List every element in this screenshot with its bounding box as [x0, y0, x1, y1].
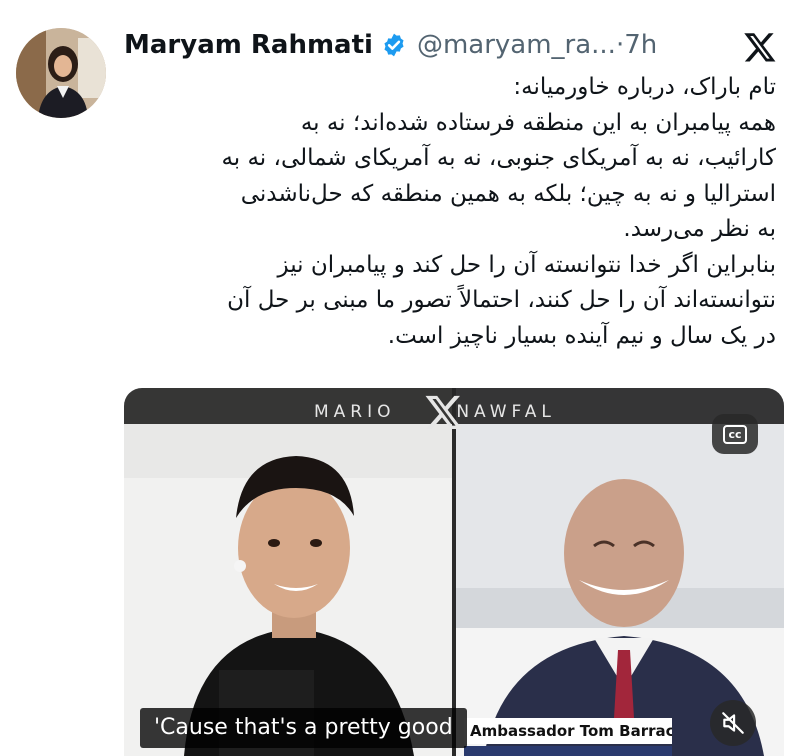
- time-separator: ·: [615, 30, 625, 60]
- avatar[interactable]: [16, 28, 106, 118]
- mute-button[interactable]: [710, 700, 756, 746]
- verified-badge-icon: [384, 33, 404, 57]
- closed-captions-button[interactable]: cc: [712, 414, 758, 454]
- author-handle[interactable]: @maryam_ra...: [417, 30, 616, 60]
- tweet-line: در یک سال و نیم آینده بسیار ناچیز است.: [387, 322, 776, 349]
- video-caption: 'Cause that's a pretty good: [140, 708, 467, 748]
- guest-role-bar: [464, 746, 672, 756]
- tweet-header: Maryam Rahmati @maryam_ra... · 7h: [124, 28, 784, 62]
- tweet-line: بنابراین اگر خدا نتوانسته آن را حل کند و…: [277, 251, 776, 278]
- brand-right: NAWFAL: [456, 402, 556, 422]
- tweet-line: استرالیا و نه به چین؛ بلکه به همین منطقه…: [240, 180, 776, 207]
- cc-icon: cc: [723, 424, 747, 444]
- tweet-time[interactable]: 7h: [624, 30, 657, 60]
- guest-lower-third: Ambassador Tom Barrack: [464, 718, 672, 756]
- author-display-name[interactable]: Maryam Rahmati: [124, 30, 373, 60]
- tweet-line: کارائیب، نه به آمریکای جنوبی، نه به آمری…: [221, 145, 776, 171]
- x-logo-icon: [744, 33, 776, 62]
- video-frame: [124, 388, 784, 756]
- mute-icon: [722, 712, 744, 734]
- tweet-line: به نظر می‌رسد.: [623, 216, 776, 242]
- brand-left: MARIO: [314, 402, 396, 422]
- x-logo-icon: [425, 395, 463, 429]
- avatar-photo: [16, 28, 106, 118]
- tweet-line: نتوانسته‌اند آن را حل کنند، احتمالاً تصو…: [227, 287, 776, 313]
- video-player[interactable]: MARIO NAWFAL cc Ambassador Tom Barrack '…: [124, 388, 784, 756]
- tweet-text: تام باراک، درباره خاورمیانه: همه پیامبرا…: [124, 70, 776, 354]
- guest-name-tag: Ambassador Tom Barrack: [464, 718, 672, 744]
- tweet-line: تام باراک، درباره خاورمیانه:: [513, 74, 776, 100]
- tweet-line: همه پیامبران به این منطقه فرستاده شده‌ان…: [300, 109, 776, 136]
